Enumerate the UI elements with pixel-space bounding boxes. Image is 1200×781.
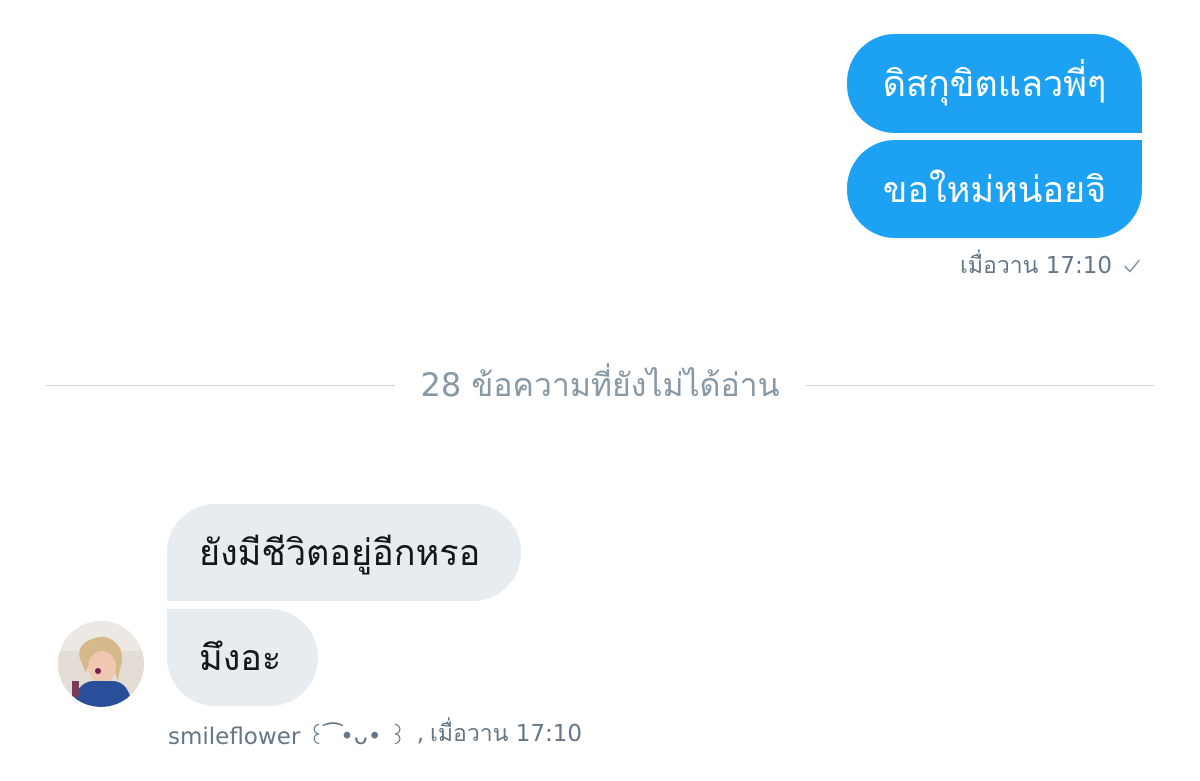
incoming-message-meta: smileflower ꒰ ͡ •ᴗ• ꒱ , เมื่อวาน 17:10 (168, 716, 582, 752)
message-text: ยังมีชีวิตอยู่อีกหรอ (199, 533, 481, 574)
sender-name[interactable]: smileflower ꒰ ͡ •ᴗ• ꒱ (168, 719, 407, 750)
divider-line (46, 384, 395, 386)
message-timestamp: เมื่อวาน 17:10 (430, 721, 582, 747)
incoming-message-bubble[interactable]: ยังมีชีวิตอยู่อีกหรอ (167, 504, 521, 601)
message-text: ดิสกุขิตแลวพี่ๆ (882, 64, 1107, 105)
check-icon (1122, 256, 1142, 276)
divider-line (805, 384, 1155, 386)
unread-messages-divider: 28 ข้อความที่ยังไม่ได้อ่าน (46, 355, 1155, 415)
meta-separator: , (416, 721, 424, 747)
user-avatar[interactable] (58, 621, 144, 707)
outgoing-message-bubble[interactable]: ขอใหม่หน่อยจิ (847, 140, 1142, 238)
unread-messages-label: 28 ข้อความที่ยังไม่ได้อ่าน (420, 365, 780, 404)
outgoing-message-bubble[interactable]: ดิสกุขิตแลวพี่ๆ (847, 34, 1142, 133)
message-text: ขอใหม่หน่อยจิ (882, 169, 1107, 211)
message-timestamp: เมื่อวาน 17:10 (960, 253, 1112, 279)
incoming-message-bubble[interactable]: มึงอะ (167, 609, 318, 706)
message-text: มึงอะ (199, 638, 282, 679)
outgoing-message-meta: เมื่อวาน 17:10 (960, 248, 1142, 284)
